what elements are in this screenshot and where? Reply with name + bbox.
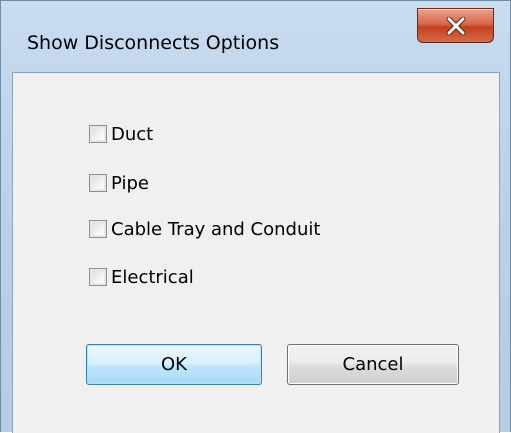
close-button[interactable] (417, 8, 494, 43)
cancel-button[interactable]: Cancel (287, 344, 459, 385)
pipe-checkbox[interactable] (89, 174, 107, 192)
pipe-label: Pipe (111, 172, 149, 194)
option-pipe[interactable]: Pipe (89, 170, 149, 196)
electrical-checkbox[interactable] (89, 268, 107, 286)
duct-checkbox[interactable] (89, 125, 107, 143)
ok-button[interactable]: OK (86, 344, 262, 385)
cable-tray-checkbox[interactable] (89, 220, 107, 238)
dialog-title: Show Disconnects Options (27, 32, 280, 54)
dialog-content: Duct Pipe Cable Tray and Conduit Electri… (12, 72, 500, 433)
duct-label: Duct (111, 123, 154, 145)
close-icon (418, 9, 493, 42)
cable-tray-label: Cable Tray and Conduit (111, 218, 321, 240)
ok-button-label: OK (161, 354, 187, 375)
option-cable-tray-and-conduit[interactable]: Cable Tray and Conduit (89, 216, 320, 242)
cancel-button-label: Cancel (342, 354, 404, 375)
option-electrical[interactable]: Electrical (89, 264, 194, 290)
title-bar[interactable]: Show Disconnects Options (1, 1, 510, 71)
electrical-label: Electrical (111, 266, 194, 288)
dialog-window: Show Disconnects Options Duct Pipe Cable… (0, 0, 511, 433)
option-duct[interactable]: Duct (89, 121, 153, 147)
